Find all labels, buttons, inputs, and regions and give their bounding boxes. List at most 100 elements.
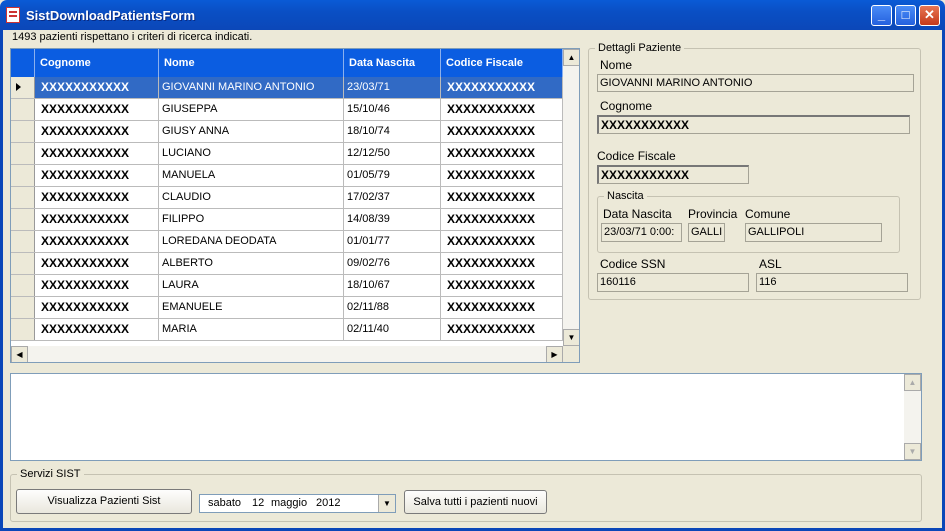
table-row[interactable]: XXXXXXXXXXX MARIA 02/11/40 XXXXXXXXXXX xyxy=(11,319,563,341)
cell-data-nascita[interactable]: 17/02/37 xyxy=(344,187,441,208)
date-day[interactable]: 12 xyxy=(252,495,264,512)
cell-nome[interactable]: GIUSY ANNA xyxy=(159,121,344,142)
cell-cognome[interactable]: XXXXXXXXXXX xyxy=(35,121,159,142)
log-textarea[interactable]: ▲ ▼ xyxy=(10,373,922,461)
row-header[interactable] xyxy=(11,275,35,296)
cell-cognome[interactable]: XXXXXXXXXXX xyxy=(35,209,159,230)
visualizza-pazienti-button[interactable]: Visualizza Pazienti Sist xyxy=(16,489,192,514)
cell-data-nascita[interactable]: 01/05/79 xyxy=(344,165,441,186)
asl-field[interactable]: 116 xyxy=(756,273,908,292)
column-header-codice-fiscale[interactable]: Codice Fiscale xyxy=(441,49,563,77)
cell-codice-fiscale[interactable]: XXXXXXXXXXX xyxy=(441,231,563,252)
log-scrollbar[interactable]: ▲ ▼ xyxy=(904,374,921,460)
cell-codice-fiscale[interactable]: XXXXXXXXXXX xyxy=(441,187,563,208)
cell-cognome[interactable]: XXXXXXXXXXX xyxy=(35,187,159,208)
comune-field[interactable]: GALLIPOLI xyxy=(745,223,882,242)
grid-horizontal-scrollbar[interactable]: ◀ ▶ xyxy=(11,346,563,362)
cell-cognome[interactable]: XXXXXXXXXXX xyxy=(35,231,159,252)
column-header-data-nascita[interactable]: Data Nascita xyxy=(344,49,441,77)
cell-nome[interactable]: LUCIANO xyxy=(159,143,344,164)
cell-codice-fiscale[interactable]: XXXXXXXXXXX xyxy=(441,297,563,318)
date-month[interactable]: maggio xyxy=(271,495,307,512)
provincia-field[interactable]: GALLI xyxy=(688,223,725,242)
cell-codice-fiscale[interactable]: XXXXXXXXXXX xyxy=(441,77,563,98)
salva-pazienti-button[interactable]: Salva tutti i pazienti nuovi xyxy=(404,490,547,514)
table-row[interactable]: XXXXXXXXXXX GIUSEPPA 15/10/46 XXXXXXXXXXX xyxy=(11,99,563,121)
cell-data-nascita[interactable]: 02/11/40 xyxy=(344,319,441,340)
maximize-button[interactable]: □ xyxy=(895,5,916,26)
cell-data-nascita[interactable]: 14/08/39 xyxy=(344,209,441,230)
row-header[interactable] xyxy=(11,77,35,98)
cell-cognome[interactable]: XXXXXXXXXXX xyxy=(35,319,159,340)
table-row[interactable]: XXXXXXXXXXX GIUSY ANNA 18/10/74 XXXXXXXXXXX xyxy=(11,121,563,143)
cell-nome[interactable]: LAURA xyxy=(159,275,344,296)
cell-data-nascita[interactable]: 02/11/88 xyxy=(344,297,441,318)
cell-codice-fiscale[interactable]: XXXXXXXXXXX xyxy=(441,209,563,230)
table-row[interactable]: XXXXXXXXXXX EMANUELE 02/11/88 XXXXXXXXXXX xyxy=(11,297,563,319)
cell-nome[interactable]: ALBERTO xyxy=(159,253,344,274)
cell-codice-fiscale[interactable]: XXXXXXXXXXX xyxy=(441,99,563,120)
scroll-left-icon[interactable]: ◀ xyxy=(11,346,28,362)
cell-data-nascita[interactable]: 15/10/46 xyxy=(344,99,441,120)
scroll-right-icon[interactable]: ▶ xyxy=(546,346,563,362)
cell-data-nascita[interactable]: 12/12/50 xyxy=(344,143,441,164)
cell-codice-fiscale[interactable]: XXXXXXXXXXX xyxy=(441,275,563,296)
cell-data-nascita[interactable]: 23/03/71 xyxy=(344,77,441,98)
grid-vertical-scrollbar[interactable]: ▲ ▼ xyxy=(563,49,579,346)
table-row[interactable]: XXXXXXXXXXX GIOVANNI MARINO ANTONIO 23/03/… xyxy=(11,77,563,99)
cell-nome[interactable]: GIUSEPPA xyxy=(159,99,344,120)
cell-nome[interactable]: FILIPPO xyxy=(159,209,344,230)
cell-data-nascita[interactable]: 09/02/76 xyxy=(344,253,441,274)
cell-cognome[interactable]: XXXXXXXXXXX xyxy=(35,297,159,318)
table-row[interactable]: XXXXXXXXXXX FILIPPO 14/08/39 XXXXXXXXXXX xyxy=(11,209,563,231)
date-year[interactable]: 2012 xyxy=(316,495,340,512)
cell-nome[interactable]: LOREDANA DEODATA xyxy=(159,231,344,252)
codice-ssn-field[interactable]: 160116 xyxy=(597,273,749,292)
scroll-down-icon[interactable]: ▼ xyxy=(563,329,579,346)
close-button[interactable]: ✕ xyxy=(919,5,940,26)
table-row[interactable]: XXXXXXXXXXX MANUELA 01/05/79 XXXXXXXXXXX xyxy=(11,165,563,187)
cell-nome[interactable]: MANUELA xyxy=(159,165,344,186)
cognome-field[interactable]: XXXXXXXXXXX xyxy=(597,115,910,134)
cell-data-nascita[interactable]: 01/01/77 xyxy=(344,231,441,252)
cell-codice-fiscale[interactable]: XXXXXXXXXXX xyxy=(441,253,563,274)
row-header[interactable] xyxy=(11,319,35,340)
row-header[interactable] xyxy=(11,99,35,120)
minimize-button[interactable]: _ xyxy=(871,5,892,26)
nome-field[interactable]: GIOVANNI MARINO ANTONIO xyxy=(597,74,914,92)
cell-codice-fiscale[interactable]: XXXXXXXXXXX xyxy=(441,319,563,340)
cell-codice-fiscale[interactable]: XXXXXXXXXXX xyxy=(441,143,563,164)
row-header[interactable] xyxy=(11,121,35,142)
table-row[interactable]: XXXXXXXXXXX LAURA 18/10/67 XXXXXXXXXXX xyxy=(11,275,563,297)
table-row[interactable]: XXXXXXXXXXX LUCIANO 12/12/50 XXXXXXXXXXX xyxy=(11,143,563,165)
cell-cognome[interactable]: XXXXXXXXXXX xyxy=(35,165,159,186)
row-header[interactable] xyxy=(11,253,35,274)
table-row[interactable]: XXXXXXXXXXX LOREDANA DEODATA 01/01/77 XXXXX… xyxy=(11,231,563,253)
cell-cognome[interactable]: XXXXXXXXXXX xyxy=(35,99,159,120)
codice-fiscale-field[interactable]: XXXXXXXXXXX xyxy=(597,165,749,184)
cell-nome[interactable]: GIOVANNI MARINO ANTONIO xyxy=(159,77,344,98)
row-header[interactable] xyxy=(11,231,35,252)
cell-cognome[interactable]: XXXXXXXXXXX xyxy=(35,253,159,274)
row-header[interactable] xyxy=(11,187,35,208)
cell-cognome[interactable]: XXXXXXXXXXX xyxy=(35,275,159,296)
row-header[interactable] xyxy=(11,209,35,230)
cell-cognome[interactable]: XXXXXXXXXXX xyxy=(35,77,159,98)
cell-data-nascita[interactable]: 18/10/74 xyxy=(344,121,441,142)
date-picker[interactable]: sabato 12 maggio 2012 ▼ xyxy=(199,494,396,513)
cell-data-nascita[interactable]: 18/10/67 xyxy=(344,275,441,296)
cell-cognome[interactable]: XXXXXXXXXXX xyxy=(35,143,159,164)
row-header[interactable] xyxy=(11,165,35,186)
patients-grid[interactable]: Cognome Nome Data Nascita Codice Fiscale… xyxy=(10,48,580,363)
chevron-down-icon[interactable]: ▼ xyxy=(378,495,395,512)
row-header[interactable] xyxy=(11,143,35,164)
data-nascita-field[interactable]: 23/03/71 0:00: xyxy=(601,223,682,242)
row-header[interactable] xyxy=(11,297,35,318)
column-header-cognome[interactable]: Cognome xyxy=(35,49,159,77)
cell-nome[interactable]: EMANUELE xyxy=(159,297,344,318)
table-row[interactable]: XXXXXXXXXXX CLAUDIO 17/02/37 XXXXXXXXXXX xyxy=(11,187,563,209)
table-row[interactable]: XXXXXXXXXXX ALBERTO 09/02/76 XXXXXXXXXXX xyxy=(11,253,563,275)
scroll-up-icon[interactable]: ▲ xyxy=(904,374,921,391)
cell-nome[interactable]: CLAUDIO xyxy=(159,187,344,208)
scroll-up-icon[interactable]: ▲ xyxy=(563,49,579,66)
